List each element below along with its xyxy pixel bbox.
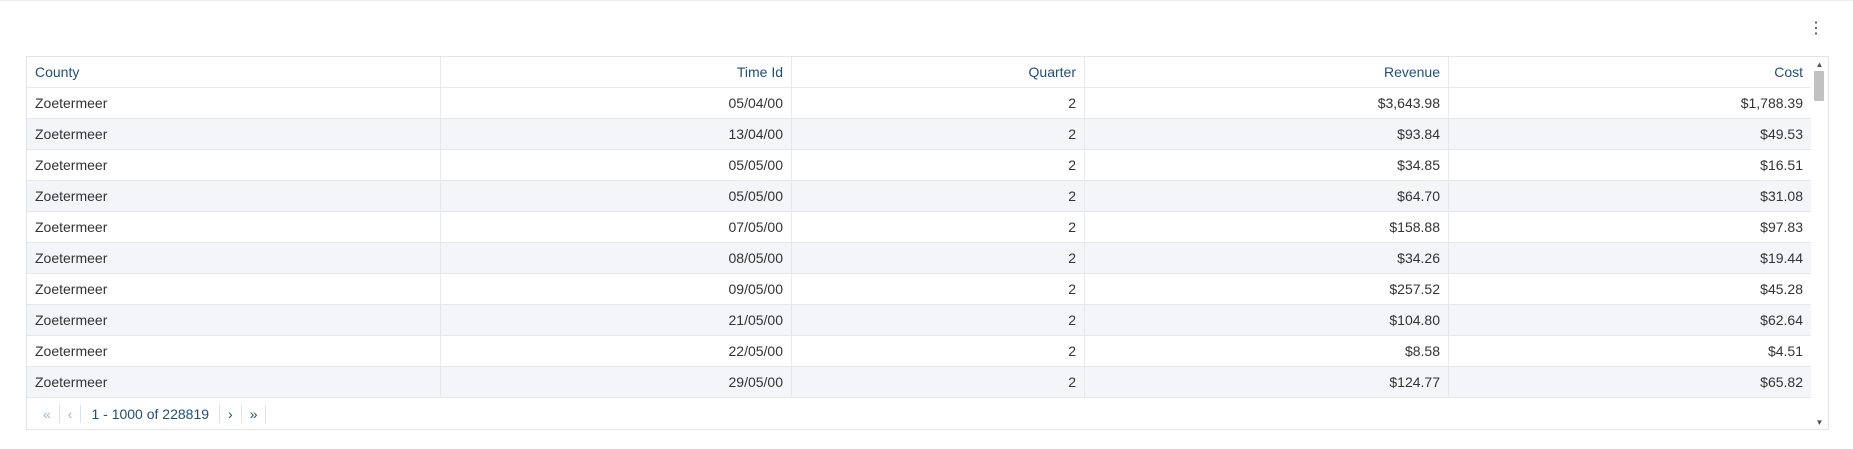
cell-cost: $65.82 <box>1760 374 1803 390</box>
table-row[interactable]: Zoetermeer 21/05/00 2 $104.80 $62.64 <box>27 305 1811 336</box>
column-header-county[interactable]: County <box>27 57 441 87</box>
scroll-up-arrow-icon[interactable]: ▲ <box>1811 57 1828 71</box>
cell-time-id: 13/04/00 <box>441 119 792 149</box>
cell-cost: $1,788.39 <box>1740 95 1803 111</box>
cell-quarter: 2 <box>792 243 1085 273</box>
table-body: Zoetermeer 05/04/00 2 $3,643.98 $1,788.39 Zoe… <box>27 88 1811 398</box>
table-row[interactable]: Zoetermeer 08/05/00 2 $34.26 $19.44 <box>27 243 1811 274</box>
cell-time-id: 21/05/00 <box>441 305 792 335</box>
top-divider <box>0 0 1853 1</box>
table-row[interactable]: Zoetermeer 05/04/00 2 $3,643.98 $1,788.39 <box>27 88 1811 119</box>
data-table: County Time Id Quarter Revenue Cost Zoet… <box>26 56 1829 430</box>
cell-cost: $31.08 <box>1760 188 1803 204</box>
column-header-revenue[interactable]: Revenue <box>1085 57 1449 87</box>
cell-time-id: 09/05/00 <box>441 274 792 304</box>
pagination-bar: « ‹ 1 - 1000 of 228819 › » <box>27 398 1811 429</box>
cell-county: Zoetermeer <box>27 150 441 180</box>
cell-quarter: 2 <box>792 181 1085 211</box>
table-row[interactable]: Zoetermeer 29/05/00 2 $124.77 $65.82 <box>27 367 1811 398</box>
cell-revenue: $104.80 <box>1085 305 1449 335</box>
cell-revenue: $8.58 <box>1085 336 1449 366</box>
cell-county: Zoetermeer <box>27 88 441 118</box>
cell-cost: $4.51 <box>1767 343 1803 359</box>
cell-county: Zoetermeer <box>27 181 441 211</box>
cell-revenue: $34.26 <box>1085 243 1449 273</box>
cell-county: Zoetermeer <box>27 274 441 304</box>
page-range-info: 1 - 1000 of 228819 <box>81 404 221 423</box>
first-page-button[interactable]: « <box>35 404 60 423</box>
cell-time-id: 07/05/00 <box>441 212 792 242</box>
column-header-time-id[interactable]: Time Id <box>441 57 792 87</box>
cell-time-id: 05/04/00 <box>441 88 792 118</box>
next-page-button[interactable]: › <box>220 404 242 423</box>
cell-revenue: $124.77 <box>1085 367 1449 397</box>
cell-county: Zoetermeer <box>27 119 441 149</box>
vertical-ellipsis-icon[interactable]: ⋮ <box>1808 18 1824 38</box>
cell-cost: $45.28 <box>1760 281 1803 297</box>
last-page-button[interactable]: » <box>242 404 267 423</box>
cell-county: Zoetermeer <box>27 305 441 335</box>
column-header-quarter[interactable]: Quarter <box>792 57 1085 87</box>
cell-revenue: $93.84 <box>1085 119 1449 149</box>
cell-time-id: 08/05/00 <box>441 243 792 273</box>
cell-cost: $97.83 <box>1760 219 1803 235</box>
cell-revenue: $64.70 <box>1085 181 1449 211</box>
cell-quarter: 2 <box>792 88 1085 118</box>
cell-cost: $19.44 <box>1760 250 1803 266</box>
table-row[interactable]: Zoetermeer 05/05/00 2 $34.85 $16.51 <box>27 150 1811 181</box>
cell-county: Zoetermeer <box>27 243 441 273</box>
cell-county: Zoetermeer <box>27 212 441 242</box>
table-row[interactable]: Zoetermeer 09/05/00 2 $257.52 $45.28 <box>27 274 1811 305</box>
cell-time-id: 29/05/00 <box>441 367 792 397</box>
cell-quarter: 2 <box>792 150 1085 180</box>
table-grid: County Time Id Quarter Revenue Cost Zoet… <box>27 57 1811 398</box>
table-header-row: County Time Id Quarter Revenue Cost <box>27 57 1811 88</box>
cell-quarter: 2 <box>792 305 1085 335</box>
cell-cost: $16.51 <box>1760 157 1803 173</box>
cell-quarter: 2 <box>792 119 1085 149</box>
cell-cost: $49.53 <box>1760 126 1803 142</box>
cell-quarter: 2 <box>792 212 1085 242</box>
cell-revenue: $257.52 <box>1085 274 1449 304</box>
vertical-scrollbar[interactable]: ▲ ▼ <box>1811 57 1828 429</box>
cell-time-id: 05/05/00 <box>441 150 792 180</box>
cell-time-id: 05/05/00 <box>441 181 792 211</box>
scroll-down-arrow-icon[interactable]: ▼ <box>1811 415 1828 429</box>
cell-quarter: 2 <box>792 274 1085 304</box>
table-row[interactable]: Zoetermeer 07/05/00 2 $158.88 $97.83 <box>27 212 1811 243</box>
column-header-cost[interactable]: Cost <box>1449 57 1811 87</box>
cell-revenue: $34.85 <box>1085 150 1449 180</box>
cell-revenue: $3,643.98 <box>1085 88 1449 118</box>
table-row[interactable]: Zoetermeer 05/05/00 2 $64.70 $31.08 <box>27 181 1811 212</box>
cell-cost: $62.64 <box>1760 312 1803 328</box>
previous-page-button[interactable]: ‹ <box>60 404 82 423</box>
cell-quarter: 2 <box>792 367 1085 397</box>
scrollbar-thumb[interactable] <box>1814 71 1824 101</box>
table-row[interactable]: Zoetermeer 22/05/00 2 $8.58 $4.51 <box>27 336 1811 367</box>
cell-county: Zoetermeer <box>27 367 441 397</box>
cell-revenue: $158.88 <box>1085 212 1449 242</box>
cell-county: Zoetermeer <box>27 336 441 366</box>
cell-quarter: 2 <box>792 336 1085 366</box>
cell-time-id: 22/05/00 <box>441 336 792 366</box>
table-row[interactable]: Zoetermeer 13/04/00 2 $93.84 $49.53 <box>27 119 1811 150</box>
